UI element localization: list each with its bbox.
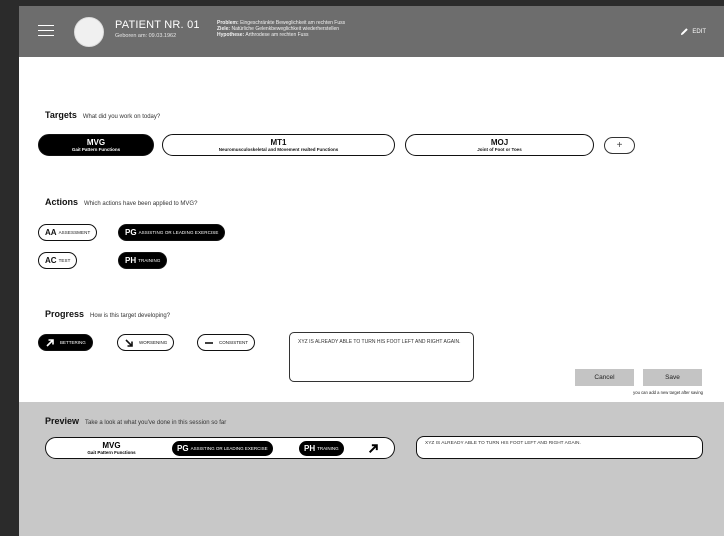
target-code: MT1 <box>270 138 287 147</box>
action-code: AC <box>45 256 57 265</box>
actions-section-title: Actions Which actions have been applied t… <box>45 197 197 207</box>
pencil-icon <box>681 28 689 36</box>
preview-action-code: PH <box>304 444 316 453</box>
patient-name: PATIENT NR. 01 <box>115 19 200 31</box>
preview-target-card[interactable]: MVG Gait Pattern Functions PG ASSISTING … <box>45 437 395 459</box>
patient-info: Problem: Eingeschränkte Beweglichkeit am… <box>217 20 345 38</box>
action-desc: ASSISTING OR LEADING EXERCISE <box>138 230 219 235</box>
app-frame: PATIENT NR. 01 Geboren am: 09.03.1962 Pr… <box>19 6 724 536</box>
progress-question: How is this target developing? <box>90 313 171 319</box>
targets-question: What did you work on today? <box>82 114 161 120</box>
arrow-up-right-icon <box>46 338 54 347</box>
edit-button[interactable]: EDIT <box>680 27 706 36</box>
preview-note: XYZ IS ALREADY ABLE TO TURN HIS FOOT LEF… <box>416 436 703 459</box>
progress-title: Progress <box>45 309 85 319</box>
action-desc: TEST <box>58 258 71 263</box>
action-code: AA <box>45 228 57 237</box>
save-button[interactable]: Save <box>643 369 702 386</box>
patient-header: PATIENT NR. 01 Geboren am: 09.03.1962 Pr… <box>19 6 724 57</box>
preview-action-code: PG <box>177 444 189 453</box>
target-code: MVG <box>86 138 106 147</box>
actions-question: Which actions have been applied to MVG? <box>84 201 198 207</box>
preview-subtitle: Take a look at what you've done in this … <box>85 420 227 426</box>
add-target-button[interactable]: + <box>604 137 635 154</box>
preview-panel: Preview Take a look at what you've done i… <box>19 402 724 536</box>
avatar <box>74 17 104 47</box>
actions-title: Actions <box>45 197 79 207</box>
hypothesis-label: Hypothese: <box>217 32 245 38</box>
target-desc: Neuromusculoskeletal and Movement realte… <box>218 147 339 152</box>
action-aa[interactable]: AA ASSESSMENT <box>38 224 98 241</box>
hypothesis-text: Arthrodese am rechten Fuss <box>245 32 309 38</box>
cancel-button[interactable]: Cancel <box>575 369 634 386</box>
dash-icon <box>205 341 213 344</box>
preview-action-desc: ASSISTING OR LEADING EXERCISE <box>190 446 268 451</box>
preview-action-pill: PG ASSISTING OR LEADING EXERCISE <box>172 441 273 456</box>
targets-section-title: Targets What did you work on today? <box>45 110 160 120</box>
preview-target-code: MVG <box>102 441 121 450</box>
progress-label: WORSENING <box>139 340 168 345</box>
arrow-down-right-icon <box>125 338 133 347</box>
targets-title: Targets <box>45 110 77 120</box>
progress-worsening[interactable]: WORSENING <box>117 334 175 351</box>
action-pg[interactable]: PG ASSISTING OR LEADING EXERCISE <box>118 224 226 241</box>
preview-section-title: Preview Take a look at what you've done i… <box>45 416 226 426</box>
progress-consistent[interactable]: CONSISTENT <box>197 334 256 351</box>
progress-label: CONSISTENT <box>219 340 249 345</box>
target-mt1[interactable]: MT1 Neuromusculoskeletal and Movement re… <box>162 134 395 156</box>
save-hint: you can add a new target after saving <box>633 390 703 395</box>
progress-bettering[interactable]: BETTERING <box>38 334 93 351</box>
edit-label: EDIT <box>692 28 706 35</box>
action-ph[interactable]: PH TRAINING <box>118 252 168 269</box>
preview-target-desc: Gait Pattern Functions <box>87 450 136 455</box>
target-code: MOJ <box>490 138 509 147</box>
hamburger-menu-icon[interactable] <box>38 25 54 37</box>
target-mvg[interactable]: MVG Gait Pattern Functions <box>38 134 154 156</box>
arrow-up-right-icon <box>368 444 378 454</box>
target-desc: Joint of Foot or Toes <box>477 147 522 152</box>
progress-section-title: Progress How is this target developing? <box>45 309 170 319</box>
progress-note-input[interactable]: XYZ IS ALREADY ABLE TO TURN HIS FOOT LEF… <box>289 332 474 382</box>
progress-label: BETTERING <box>60 340 86 345</box>
action-code: PG <box>125 228 137 237</box>
patient-birthdate: Geboren am: 09.03.1962 <box>115 33 177 39</box>
target-desc: Gait Pattern Functions <box>71 147 121 152</box>
action-desc: TRAINING <box>138 258 161 263</box>
action-desc: ASSESSMENT <box>58 230 91 235</box>
action-code: PH <box>125 256 137 265</box>
action-ac[interactable]: AC TEST <box>38 252 78 269</box>
preview-target: MVG Gait Pattern Functions <box>64 441 159 456</box>
preview-title: Preview <box>45 416 80 426</box>
preview-action-pill: PH TRAINING <box>299 441 344 456</box>
target-moj[interactable]: MOJ Joint of Foot or Toes <box>405 134 594 156</box>
preview-action-desc: TRAINING <box>317 446 339 451</box>
